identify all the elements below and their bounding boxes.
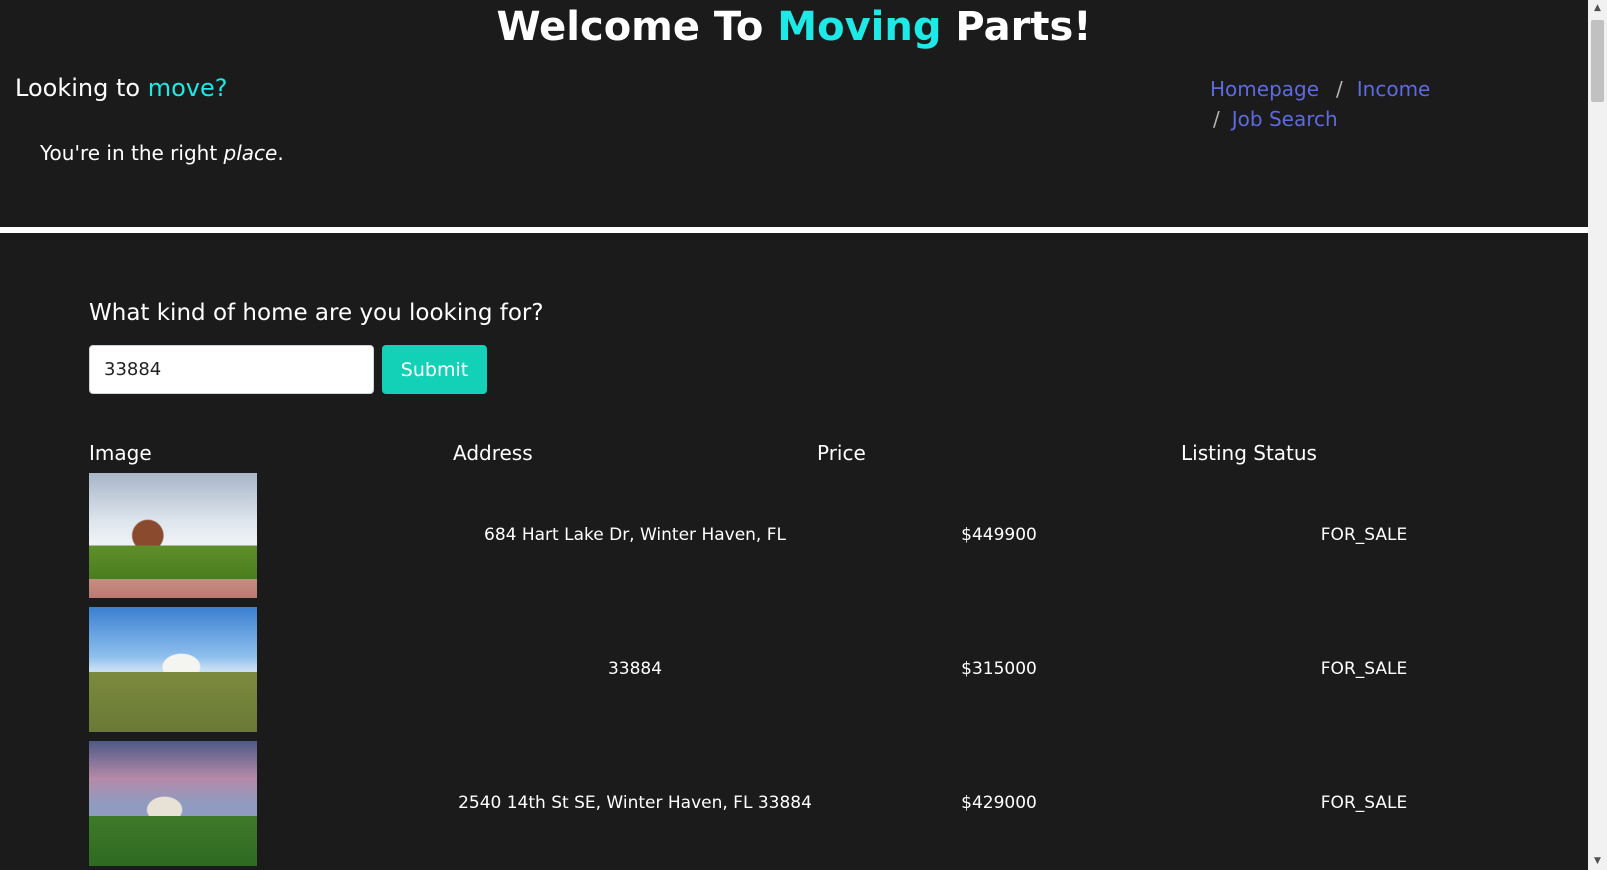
nav-link-homepage[interactable]: Homepage (1210, 77, 1319, 101)
address-cell: 684 Hart Lake Dr, Winter Haven, FL (484, 525, 786, 545)
house-photo-icon (89, 740, 257, 866)
tagline: Looking to move? (15, 74, 227, 102)
title-part2: Parts! (941, 4, 1092, 50)
table-row: 684 Hart Lake Dr, Winter Haven, FL $4499… (89, 468, 1547, 602)
tagline-accent: move? (147, 74, 228, 102)
subtag-part1: You're in the right (40, 141, 224, 165)
column-header-image: Image (89, 441, 152, 465)
status-cell: FOR_SALE (1320, 525, 1408, 545)
nav-link-job-search[interactable]: Job Search (1232, 107, 1338, 131)
image-cell (89, 468, 453, 602)
column-header-status: Listing Status (1181, 441, 1317, 465)
title-part1: Welcome To (496, 4, 778, 50)
house-photo-icon (89, 472, 257, 598)
house-photo-icon (89, 606, 257, 732)
table-header-row: Image Address Price Listing Status (89, 438, 1547, 468)
price-cell: $315000 (961, 659, 1037, 679)
title-accent: Moving (777, 4, 942, 50)
search-question: What kind of home are you looking for? (89, 300, 544, 326)
site-title: Welcome To Moving Parts! (0, 4, 1588, 50)
nav-link-income[interactable]: Income (1357, 77, 1431, 101)
scroll-up-icon[interactable]: ▲ (1588, 0, 1607, 17)
subtag-emphasis: place (223, 141, 278, 165)
submit-button[interactable]: Submit (382, 345, 487, 394)
image-cell (89, 602, 453, 736)
breadcrumb-separator: / (1213, 107, 1220, 131)
price-cell: $429000 (961, 793, 1037, 813)
tagline-part1: Looking to (15, 74, 148, 102)
table-row: 33884 $315000 FOR_SALE (89, 602, 1547, 736)
column-header-address: Address (453, 441, 533, 465)
table-row: 2540 14th St SE, Winter Haven, FL 33884 … (89, 736, 1547, 870)
address-cell: 33884 (607, 659, 663, 679)
status-cell: FOR_SALE (1320, 793, 1408, 813)
page-scrollbar[interactable]: ▲ ▼ (1588, 0, 1607, 870)
section-divider (0, 227, 1588, 233)
breadcrumb: Homepage / Income / Job Search (1210, 74, 1450, 134)
subtagline: You're in the right place. (40, 141, 284, 165)
listings-table: Image Address Price Listing Status 684 H… (89, 438, 1547, 870)
price-cell: $449900 (961, 525, 1037, 545)
subtag-part2: . (277, 141, 284, 165)
status-cell: FOR_SALE (1320, 659, 1408, 679)
scroll-down-icon[interactable]: ▼ (1588, 853, 1607, 870)
image-cell (89, 736, 453, 870)
address-cell: 2540 14th St SE, Winter Haven, FL 33884 (458, 793, 812, 813)
breadcrumb-separator: / (1336, 77, 1343, 101)
column-header-price: Price (817, 441, 866, 465)
scrollbar-thumb[interactable] (1591, 20, 1604, 102)
search-input[interactable] (89, 345, 374, 394)
page: Welcome To Moving Parts! Looking to move… (0, 0, 1588, 870)
